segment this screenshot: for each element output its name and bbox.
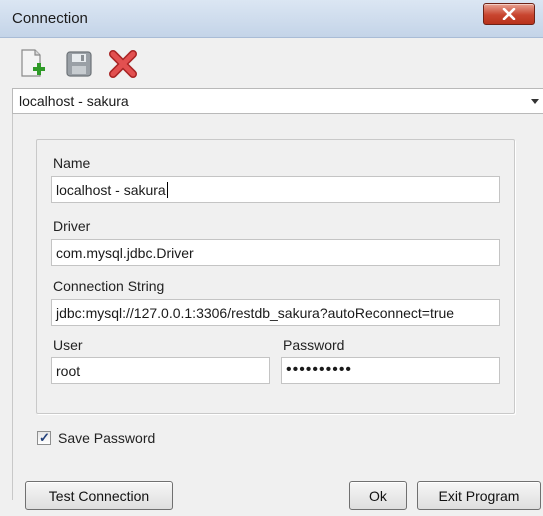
delete-button[interactable] (108, 48, 138, 80)
password-label: Password (283, 337, 345, 353)
save-icon (66, 51, 92, 77)
connection-string-label: Connection String (53, 278, 165, 294)
name-field[interactable]: localhost - sakura (51, 176, 500, 203)
name-label: Name (53, 155, 91, 171)
exit-program-label: Exit Program (438, 487, 520, 504)
toolbar (0, 38, 543, 88)
ok-label: Ok (369, 487, 387, 504)
connection-select[interactable]: localhost - sakura (12, 88, 543, 114)
driver-label: Driver (53, 218, 91, 234)
exit-program-button[interactable]: Exit Program (417, 481, 541, 510)
save-password-label: Save Password (58, 430, 156, 446)
connection-string-field[interactable]: jdbc:mysql://127.0.0.1:3306/restdb_sakur… (51, 299, 500, 326)
connection-string-value: jdbc:mysql://127.0.0.1:3306/restdb_sakur… (56, 305, 455, 321)
test-connection-button[interactable]: Test Connection (25, 481, 173, 510)
new-document-icon (21, 49, 45, 77)
save-button[interactable] (64, 48, 94, 80)
test-connection-label: Test Connection (48, 487, 150, 504)
connection-select-value: localhost - sakura (19, 93, 129, 109)
title-bar: Connection (0, 0, 543, 38)
dropdown-arrow-icon (531, 99, 539, 104)
driver-field[interactable]: com.mysql.jdbc.Driver (51, 239, 500, 266)
name-field-value: localhost - sakura (56, 182, 166, 198)
close-button[interactable] (483, 3, 535, 25)
user-label: User (53, 337, 83, 353)
window-title: Connection (12, 10, 88, 27)
user-field-value: root (56, 363, 81, 379)
text-caret (166, 182, 168, 198)
delete-icon (109, 50, 137, 78)
user-field[interactable]: root (51, 357, 270, 384)
close-x-icon (502, 8, 516, 20)
password-field[interactable]: •••••••••• (281, 357, 500, 384)
password-field-value: •••••••••• (286, 361, 353, 378)
ok-button[interactable]: Ok (349, 481, 407, 510)
new-button[interactable] (18, 48, 48, 80)
driver-field-value: com.mysql.jdbc.Driver (56, 245, 194, 261)
checkmark-icon: ✓ (39, 430, 50, 445)
save-password-checkbox[interactable]: ✓ (37, 430, 51, 445)
panel-border (12, 114, 13, 500)
